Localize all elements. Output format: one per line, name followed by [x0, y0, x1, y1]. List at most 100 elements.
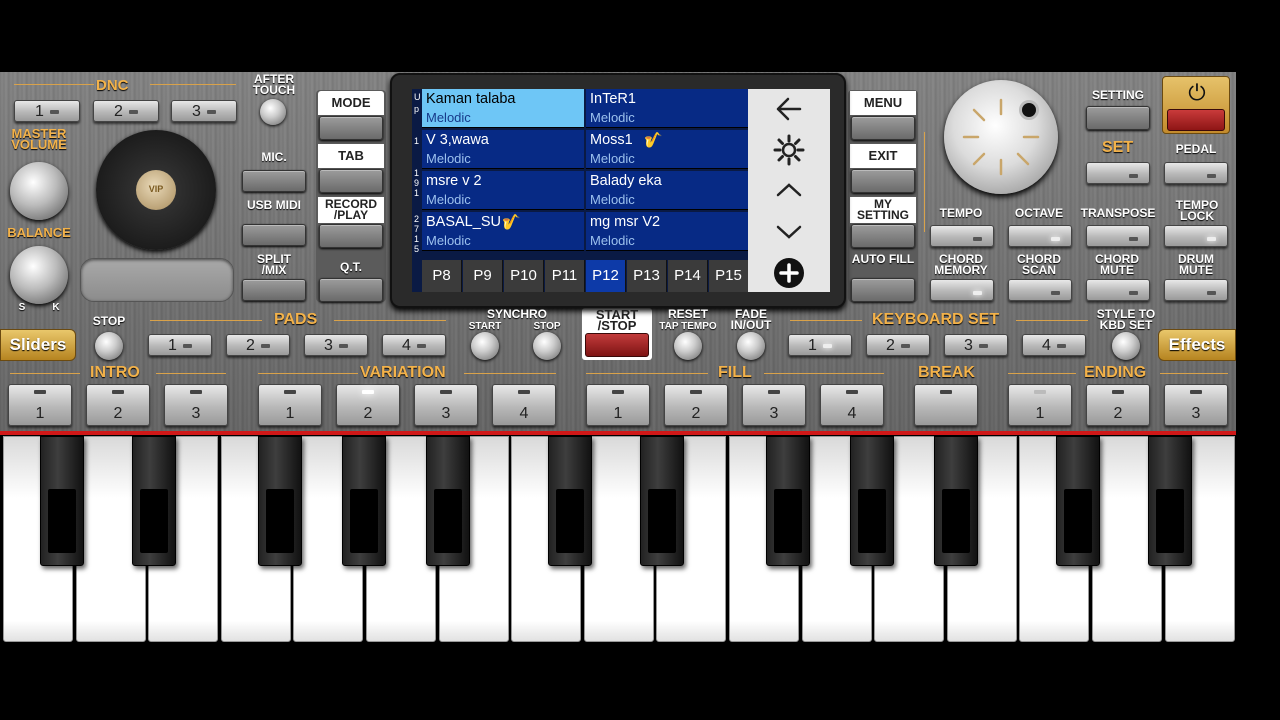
- page-tab-p14[interactable]: P14: [668, 260, 708, 292]
- black-key[interactable]: [1148, 436, 1192, 566]
- setting-button[interactable]: [1086, 106, 1150, 130]
- balance-k-label: K: [52, 302, 60, 313]
- fill-button-4[interactable]: 4: [820, 384, 884, 426]
- chord-memory-button[interactable]: [930, 279, 994, 301]
- intro-button-3[interactable]: 3: [164, 384, 228, 426]
- pad-button-1[interactable]: 1: [148, 334, 212, 356]
- qt-button[interactable]: [319, 278, 383, 302]
- data-dial[interactable]: [944, 80, 1058, 194]
- style-slot[interactable]: mg msr V2 Melodic: [586, 212, 748, 251]
- chord-scan-button[interactable]: [1008, 279, 1072, 301]
- style-slot[interactable]: msre v 2 Melodic: [422, 171, 584, 210]
- page-tab-p9[interactable]: P9: [463, 260, 503, 292]
- record-play-button[interactable]: [319, 224, 383, 248]
- kbd-set-button-1[interactable]: 1: [788, 334, 852, 356]
- page-tab-p12[interactable]: P12: [586, 260, 626, 292]
- chevron-up-icon[interactable]: [770, 173, 808, 209]
- kbd-set-button-3[interactable]: 3: [944, 334, 1008, 356]
- fade-knob[interactable]: [737, 332, 765, 360]
- black-key[interactable]: [258, 436, 302, 566]
- effects-button[interactable]: Effects: [1158, 329, 1236, 361]
- pitch-bend-pad[interactable]: [80, 258, 234, 302]
- intro-button-2[interactable]: 2: [86, 384, 150, 426]
- set-button[interactable]: [1086, 162, 1150, 184]
- style-slot[interactable]: Moss1 🎷 Melodic: [586, 130, 748, 169]
- chord-mute-button[interactable]: [1086, 279, 1150, 301]
- kbd-set-button-2[interactable]: 2: [866, 334, 930, 356]
- gear-icon[interactable]: [770, 132, 808, 168]
- synchro-start-knob[interactable]: [471, 332, 499, 360]
- back-arrow-icon[interactable]: [770, 91, 808, 127]
- page-tab-p10[interactable]: P10: [504, 260, 544, 292]
- after-touch-knob[interactable]: [260, 99, 286, 125]
- variation-button-4[interactable]: 4: [492, 384, 556, 426]
- fill-button-2[interactable]: 2: [664, 384, 728, 426]
- style-to-kbd-knob[interactable]: [1112, 332, 1140, 360]
- ending-button-2[interactable]: 2: [1086, 384, 1150, 426]
- exit-button[interactable]: [851, 169, 915, 193]
- variation-button-1[interactable]: 1: [258, 384, 322, 426]
- style-slot[interactable]: InTeR1 Melodic: [586, 89, 748, 128]
- usb-midi-button[interactable]: [242, 224, 306, 246]
- plus-icon[interactable]: [770, 255, 808, 291]
- black-key[interactable]: [426, 436, 470, 566]
- dnc-button-3[interactable]: 3: [171, 100, 237, 122]
- page-tab-p11[interactable]: P11: [545, 260, 585, 292]
- kbd-set-button-4[interactable]: 4: [1022, 334, 1086, 356]
- style-slot[interactable]: Balady eka Melodic: [586, 171, 748, 210]
- sliders-button[interactable]: Sliders: [0, 329, 76, 361]
- ending-button-1[interactable]: 1: [1008, 384, 1072, 426]
- mic-button[interactable]: [242, 170, 306, 192]
- menu-button[interactable]: [851, 116, 915, 140]
- auto-fill-button[interactable]: [851, 278, 915, 302]
- tab-button[interactable]: [319, 169, 383, 193]
- split-mix-button[interactable]: [242, 279, 306, 301]
- start-stop-button[interactable]: [585, 333, 649, 357]
- black-key[interactable]: [640, 436, 684, 566]
- pad-button-4[interactable]: 4: [382, 334, 446, 356]
- tempo-button[interactable]: [930, 225, 994, 247]
- synchro-stop-knob[interactable]: [533, 332, 561, 360]
- power-button[interactable]: [1167, 109, 1225, 131]
- fill-button-1[interactable]: 1: [586, 384, 650, 426]
- page-tab-p15[interactable]: P15: [709, 260, 749, 292]
- black-key[interactable]: [342, 436, 386, 566]
- pedal-button[interactable]: [1164, 162, 1228, 184]
- page-tab-p13[interactable]: P13: [627, 260, 667, 292]
- tempo-lock-button[interactable]: [1164, 225, 1228, 247]
- black-key[interactable]: [548, 436, 592, 566]
- pad-button-3[interactable]: 3: [304, 334, 368, 356]
- variation-button-2[interactable]: 2: [336, 384, 400, 426]
- my-setting-button[interactable]: [851, 224, 915, 248]
- ending-button-3[interactable]: 3: [1164, 384, 1228, 426]
- jog-wheel[interactable]: VIP: [96, 130, 216, 250]
- page-tab-p8[interactable]: P8: [422, 260, 462, 292]
- slot-category: Melodic: [426, 233, 471, 248]
- synchro-stop-label: STOP: [533, 321, 561, 332]
- break-button[interactable]: [914, 384, 978, 426]
- balance-knob[interactable]: [10, 246, 68, 304]
- stop-knob[interactable]: [95, 332, 123, 360]
- mode-button[interactable]: [319, 116, 383, 140]
- transpose-button[interactable]: [1086, 225, 1150, 247]
- master-volume-knob[interactable]: [10, 162, 68, 220]
- octave-button[interactable]: [1008, 225, 1072, 247]
- black-key[interactable]: [850, 436, 894, 566]
- drum-mute-button[interactable]: [1164, 279, 1228, 301]
- black-key[interactable]: [132, 436, 176, 566]
- pad-button-2[interactable]: 2: [226, 334, 290, 356]
- black-key[interactable]: [40, 436, 84, 566]
- reset-knob[interactable]: [674, 332, 702, 360]
- style-slot[interactable]: BASAL_SU 🎷 Melodic: [422, 212, 584, 251]
- black-key[interactable]: [934, 436, 978, 566]
- black-key[interactable]: [1056, 436, 1100, 566]
- fill-button-3[interactable]: 3: [742, 384, 806, 426]
- dnc-button-2[interactable]: 2: [93, 100, 159, 122]
- intro-button-1[interactable]: 1: [8, 384, 72, 426]
- style-slot[interactable]: V 3,wawa Melodic: [422, 130, 584, 169]
- chevron-down-icon[interactable]: [770, 214, 808, 250]
- style-slot[interactable]: Kaman talaba Melodic: [422, 89, 584, 128]
- black-key[interactable]: [766, 436, 810, 566]
- variation-button-3[interactable]: 3: [414, 384, 478, 426]
- dnc-button-1[interactable]: 1: [14, 100, 80, 122]
